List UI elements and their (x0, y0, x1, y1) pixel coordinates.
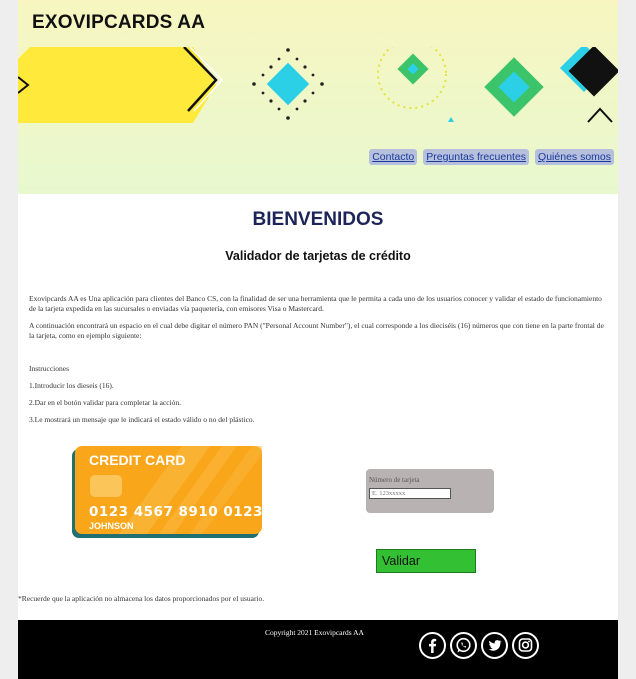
brand-title: EXOVIPCARDS AA (32, 12, 206, 33)
card-validator-box: Número de tarjeta (366, 469, 494, 513)
nav-preguntas-frecuentes-link[interactable]: Preguntas frecuentes (423, 149, 530, 165)
page: EXOVIPCARDS AA Contacto Preguntas frecue… (18, 0, 618, 679)
credit-card-example: CREDIT CARD 0123 4567 8910 0123 JOHNSON (72, 446, 262, 538)
instagram-icon[interactable] (512, 632, 539, 659)
twitter-icon[interactable] (481, 632, 508, 659)
top-nav: Contacto Preguntas frecuentes Quiénes so… (369, 149, 614, 165)
instruction-step-2: 2.Dar en el botón validar para completar… (29, 398, 182, 407)
card-number-input[interactable] (369, 488, 451, 499)
whatsapp-icon[interactable] (450, 632, 477, 659)
instruction-step-1: 1.Introducir los dieseis (16). (29, 381, 114, 390)
validate-button[interactable]: Validar (376, 549, 476, 573)
card-number-label: Número de tarjeta (369, 476, 420, 484)
card-title: CREDIT CARD (89, 452, 185, 468)
header: EXOVIPCARDS AA Contacto Preguntas frecue… (18, 0, 618, 194)
pan-paragraph: A continuación encontrará un espacio en … (29, 321, 604, 340)
card-holder: JOHNSON (89, 521, 134, 531)
instruction-step-3: 3.Le mostrará un mensaje que le indicará… (29, 415, 255, 424)
card-number: 0123 4567 8910 0123 (89, 504, 262, 520)
intro-paragraph: Exovipcards AA es Una aplicación para cl… (29, 294, 602, 313)
validator-subtitle: Validador de tarjetas de crédito (225, 249, 411, 263)
welcome-heading: BIENVENIDOS (252, 209, 384, 230)
facebook-icon[interactable] (419, 632, 446, 659)
social-links (419, 632, 539, 659)
instructions-title: Instrucciones (29, 364, 69, 373)
copyright-text: Copyright 2021 Exovipcards AA (265, 628, 364, 637)
nav-contacto-link[interactable]: Contacto (369, 149, 418, 165)
privacy-note: *Recuerde que la aplicación no almacena … (18, 594, 265, 603)
header-banner (18, 47, 618, 123)
nav-quienes-somos-link[interactable]: Quiénes somos (535, 149, 614, 165)
footer: Copyright 2021 Exovipcards AA (18, 620, 618, 679)
